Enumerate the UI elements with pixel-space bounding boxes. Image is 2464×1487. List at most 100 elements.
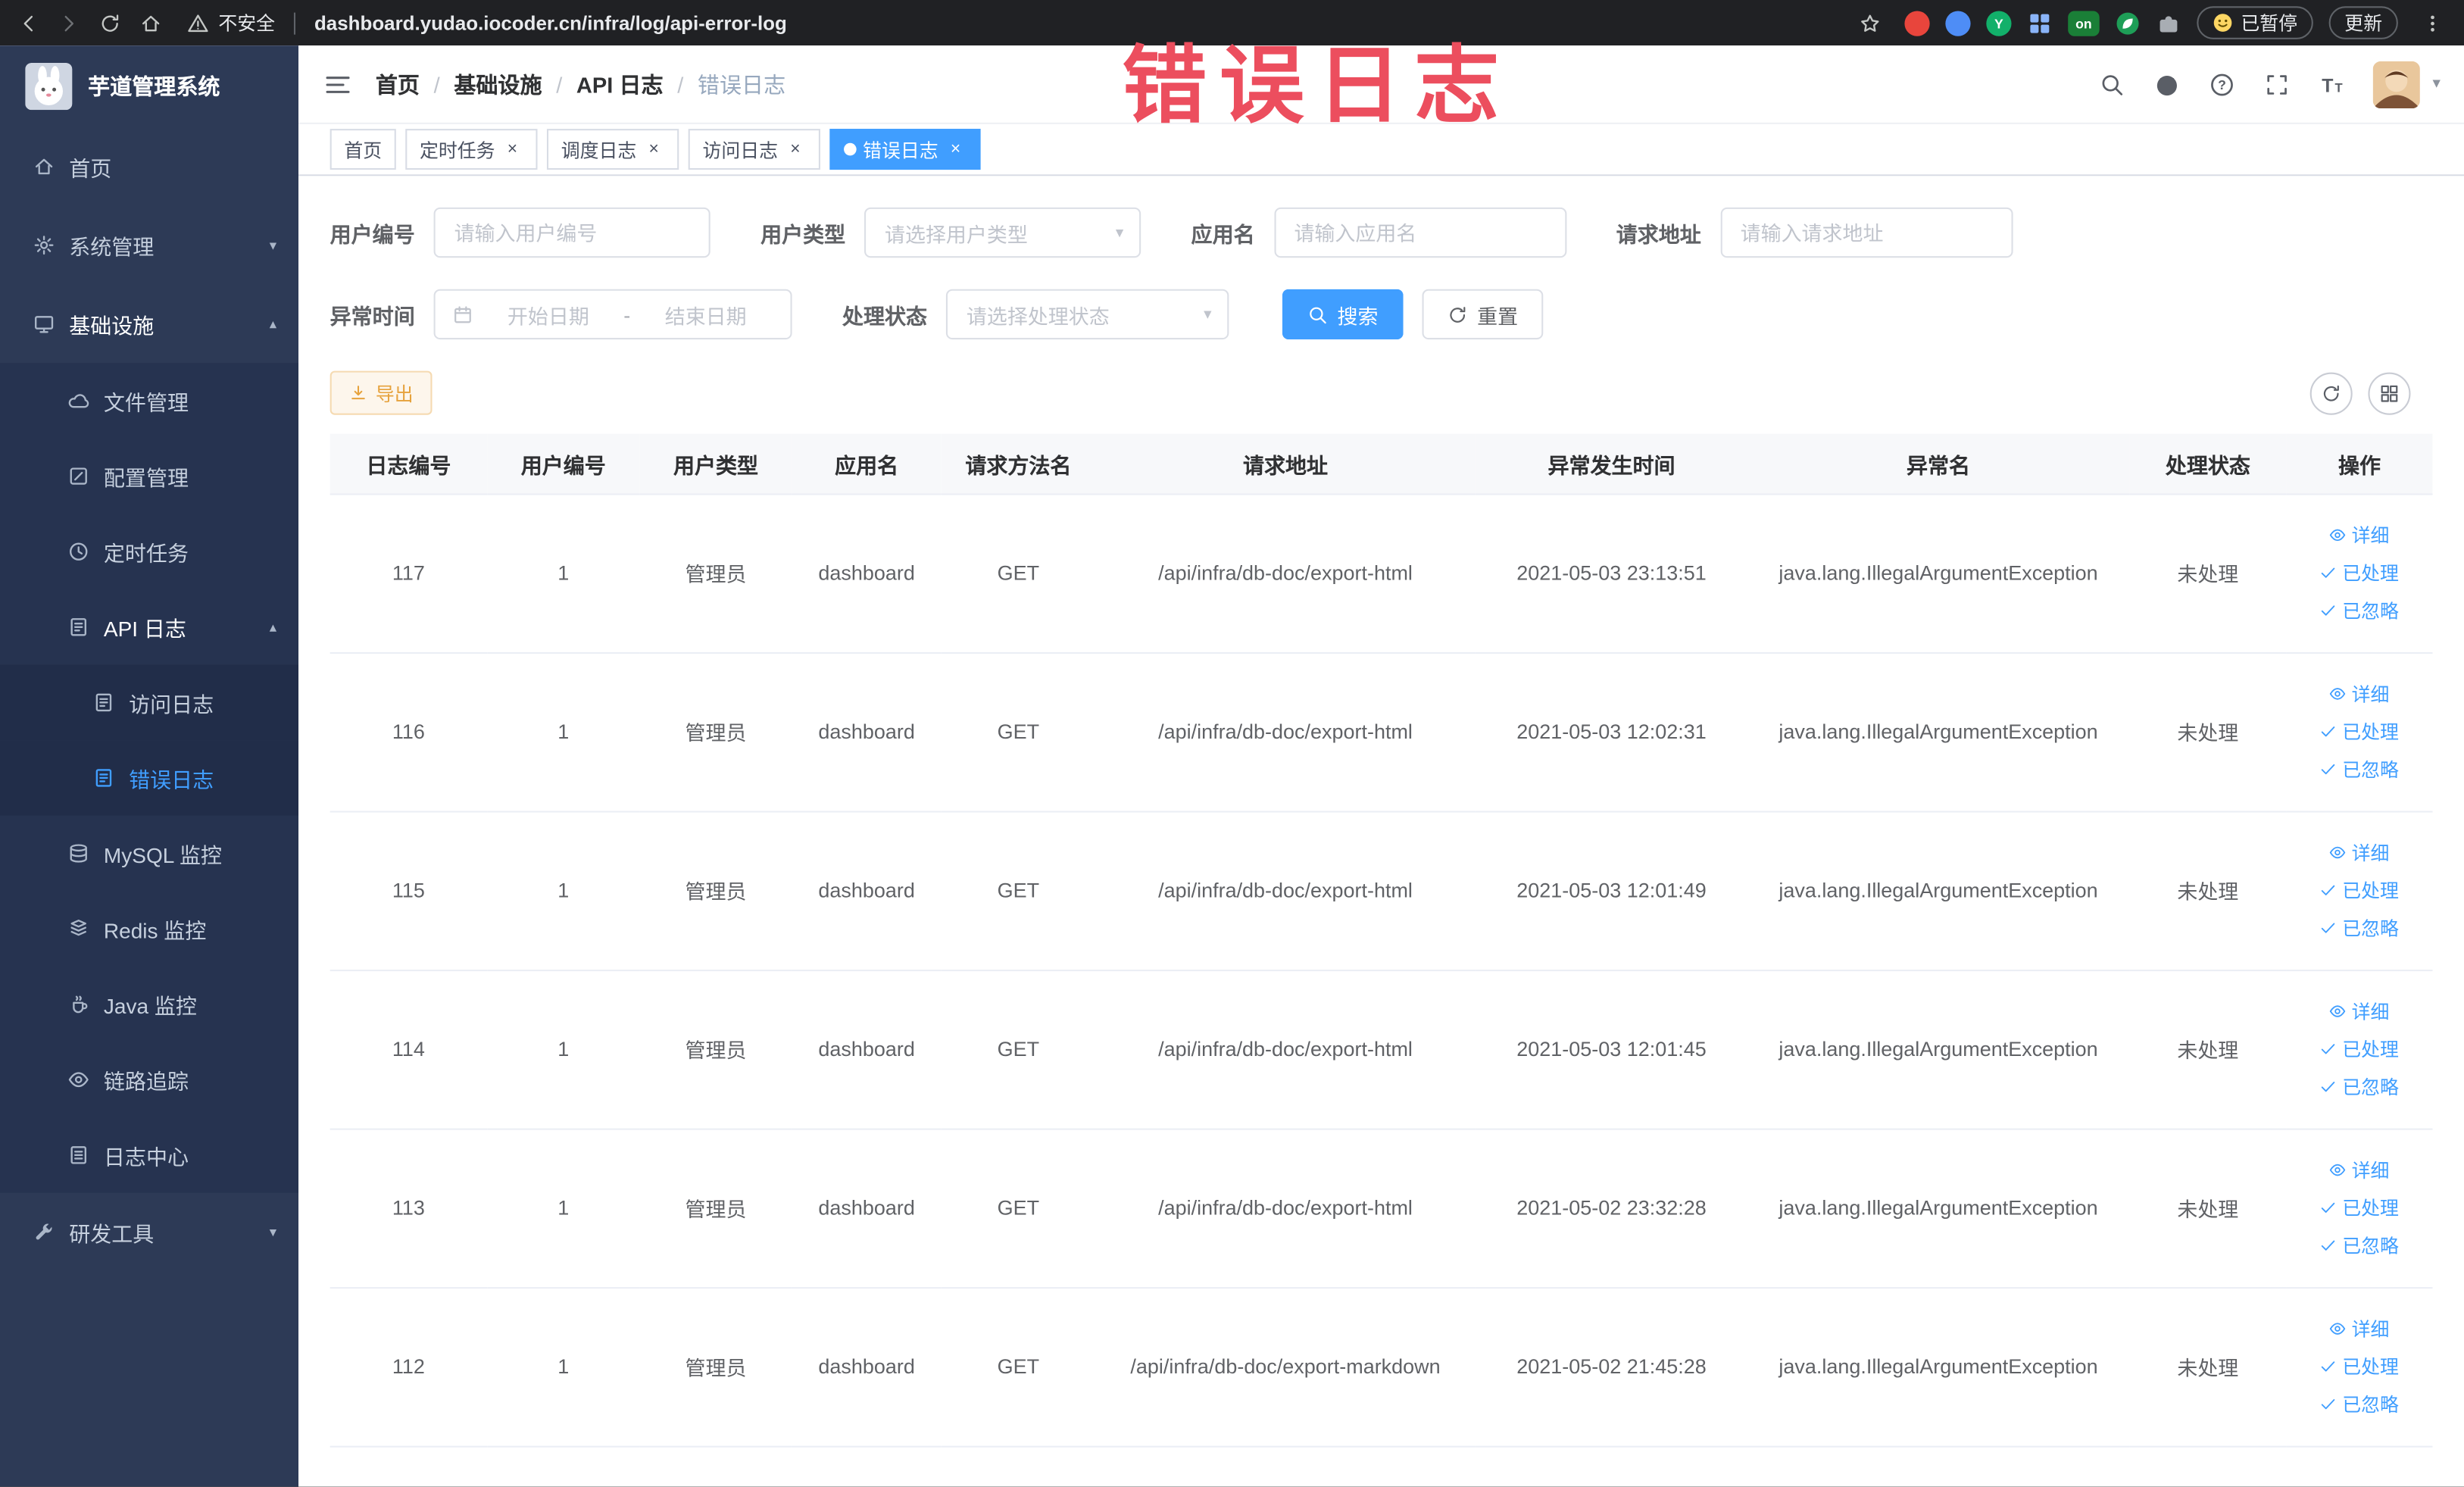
user-type-select[interactable]: 请选择用户类型 ▾ [864, 207, 1141, 258]
help-icon[interactable]: ? [2208, 70, 2236, 98]
sidebar-item-access-log[interactable]: 访问日志 [0, 664, 299, 741]
action-ignored-link[interactable]: 已忽略 [2320, 1232, 2399, 1259]
tab-job-log[interactable]: 调度日志 × [547, 129, 679, 170]
search-button[interactable]: 搜索 [1282, 289, 1404, 340]
extension-on-badge-icon[interactable]: on [2068, 10, 2100, 36]
date-start-placeholder: 开始日期 [507, 304, 589, 328]
cell-id: 116 [329, 651, 488, 812]
sidebar-item-system[interactable]: 系统管理 ▾ [0, 206, 298, 285]
cell-status: 未处理 [2129, 970, 2287, 1129]
warning-icon [186, 4, 211, 42]
cell-user-type: 管理员 [639, 651, 792, 812]
fullscreen-icon[interactable] [2263, 70, 2291, 98]
bookmark-star-icon[interactable] [1851, 4, 1889, 42]
sidebar-item-infra[interactable]: 基础设施 ▴ [0, 285, 298, 364]
request-url-input[interactable] [1719, 207, 2013, 258]
tab-job[interactable]: 定时任务 × [405, 129, 538, 170]
action-ignored-link[interactable]: 已忽略 [2320, 597, 2399, 623]
caret-down-icon[interactable]: ▾ [2432, 76, 2440, 93]
action-processed-link[interactable]: 已处理 [2320, 1195, 2399, 1221]
action-detail-link[interactable]: 详细 [2330, 998, 2389, 1024]
action-detail-link[interactable]: 详细 [2330, 839, 2389, 866]
tab-access-log[interactable]: 访问日志 × [688, 129, 821, 170]
action-processed-link[interactable]: 已处理 [2320, 1353, 2399, 1379]
main-area: 首页 / 基础设施 / API 日志 / 错误日志 ? TT ▾ 首页 定时任务 × 调度日志 × 访… [298, 45, 2464, 1487]
column-settings-button[interactable] [2368, 371, 2411, 414]
sidebar-item-dev-tools[interactable]: 研发工具 ▾ [0, 1193, 298, 1272]
reload-icon[interactable] [91, 4, 129, 42]
sidebar-item-log-center[interactable]: 日志中心 [0, 1117, 299, 1193]
browser-menu-kebab-icon[interactable] [2414, 4, 2452, 42]
breadcrumb-separator: / [677, 71, 684, 97]
tab-close-icon[interactable]: × [945, 140, 967, 159]
browser-update-button[interactable]: 更新 [2328, 6, 2398, 39]
cell-user-id: 1 [487, 1128, 640, 1289]
sidebar-item-error-log[interactable]: 错误日志 [0, 740, 299, 816]
extension-blue-drop-icon[interactable] [1945, 10, 1971, 36]
export-button[interactable]: 导出 [329, 370, 433, 415]
app-name-input[interactable] [1273, 207, 1566, 258]
sidebar-item-java[interactable]: Java 监控 [0, 966, 299, 1042]
sidebar-item-job[interactable]: 定时任务 [0, 514, 299, 589]
check-icon [2320, 1040, 2338, 1057]
github-icon[interactable] [2153, 70, 2181, 98]
tab-error-log[interactable]: 错误日志 × [829, 129, 981, 170]
action-processed-link[interactable]: 已处理 [2320, 877, 2399, 904]
search-form-row-2: 异常时间 开始日期 - 结束日期 处理状态 请选择处理状态 ▾ 搜索 重置 [330, 289, 2433, 340]
action-detail-link[interactable]: 详细 [2330, 680, 2389, 707]
exception-time-range-picker[interactable]: 开始日期 - 结束日期 [433, 289, 792, 340]
chevron-up-icon: ▴ [269, 618, 277, 635]
security-chip[interactable]: 不安全 [186, 4, 275, 42]
search-icon[interactable] [2098, 70, 2126, 98]
sidebar-item-config[interactable]: 配置管理 [0, 438, 299, 514]
extension-red-circle-icon[interactable] [1904, 10, 1930, 36]
breadcrumb-item[interactable]: API 日志 [576, 68, 664, 99]
extension-puzzle-icon[interactable] [2156, 10, 2181, 35]
breadcrumb-item[interactable]: 首页 [376, 68, 420, 99]
sidebar-item-file[interactable]: 文件管理 [0, 363, 299, 439]
tab-close-icon[interactable]: × [501, 140, 523, 159]
tab-home[interactable]: 首页 [329, 129, 396, 170]
process-status-select[interactable]: 请选择处理状态 ▾ [945, 289, 1229, 340]
action-ignored-link[interactable]: 已忽略 [2320, 914, 2399, 941]
check-icon [2320, 1078, 2338, 1095]
action-ignored-link[interactable]: 已忽略 [2320, 1391, 2399, 1417]
sidebar-item-api-log[interactable]: API 日志 ▴ [0, 589, 299, 665]
address-bar-url[interactable]: dashboard.yudao.iocoder.cn/infra/log/api… [314, 12, 787, 34]
back-icon[interactable] [9, 4, 47, 42]
sidebar-item-label: 错误日志 [129, 768, 214, 792]
sidebar-item-redis[interactable]: Redis 监控 [0, 891, 299, 967]
tab-close-icon[interactable]: × [643, 140, 665, 159]
user-avatar[interactable] [2372, 60, 2420, 108]
refresh-table-button[interactable] [2309, 371, 2353, 414]
action-detail-link[interactable]: 详细 [2330, 1315, 2389, 1342]
extension-green-y-icon[interactable]: Y [1986, 10, 2012, 36]
action-ignored-link[interactable]: 已忽略 [2320, 756, 2399, 783]
font-size-icon[interactable]: TT [2318, 70, 2346, 98]
action-processed-link[interactable]: 已处理 [2320, 1036, 2399, 1062]
cell-actions: 详细 已处理 已忽略 [2286, 1287, 2433, 1447]
reset-button[interactable]: 重置 [1422, 289, 1544, 340]
sidebar-item-tracer[interactable]: 链路追踪 [0, 1042, 299, 1118]
action-detail-link[interactable]: 详细 [2330, 1157, 2389, 1183]
user-id-input[interactable] [433, 207, 710, 258]
browser-home-icon[interactable] [132, 4, 170, 42]
user-id-label: 用户编号 [329, 223, 415, 247]
chevron-down-icon: ▾ [269, 1223, 277, 1239]
profile-paused-chip[interactable]: 已暂停 [2197, 6, 2313, 39]
hamburger-icon[interactable] [322, 68, 353, 99]
action-processed-link[interactable]: 已处理 [2320, 560, 2399, 586]
sidebar-item-mysql[interactable]: MySQL 监控 [0, 815, 299, 892]
app-logo[interactable]: 芋道管理系统 [0, 45, 298, 127]
cell-actions: 详细 已处理 已忽略 [2286, 811, 2433, 971]
action-detail-link[interactable]: 详细 [2330, 522, 2389, 548]
extension-leaf-icon[interactable] [2115, 10, 2140, 35]
download-icon [349, 383, 368, 402]
extension-grid-icon[interactable] [2027, 10, 2052, 35]
sidebar-item-home[interactable]: 首页 [0, 127, 298, 206]
breadcrumb-item[interactable]: 基础设施 [454, 68, 542, 99]
tab-close-icon[interactable]: × [784, 140, 806, 159]
action-ignored-link[interactable]: 已忽略 [2320, 1073, 2399, 1100]
forward-icon[interactable] [50, 4, 88, 42]
action-processed-link[interactable]: 已处理 [2320, 718, 2399, 745]
